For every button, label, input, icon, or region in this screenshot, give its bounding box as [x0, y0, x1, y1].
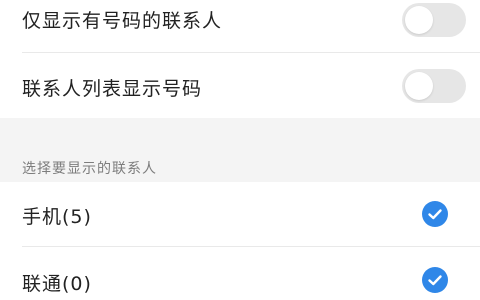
contact-source-label: 联通(0)	[22, 273, 92, 295]
toggle-knob	[405, 72, 433, 100]
checkmark-icon	[428, 275, 442, 286]
toggle-show-number-in-list[interactable]	[402, 69, 466, 103]
setting-label-show-number-in-list: 联系人列表显示号码	[22, 78, 203, 100]
setting-label-only-with-number: 仅显示有号码的联系人	[22, 10, 223, 32]
checkmark-circle-icon[interactable]	[422, 201, 448, 227]
contact-display-settings-screen: 仅显示有号码的联系人 联系人列表显示号码 选择要显示的联系人 手机(5) 联通(…	[0, 0, 480, 300]
setting-row-show-number-in-list[interactable]: 联系人列表显示号码	[0, 53, 480, 118]
contact-source-row-unicom[interactable]: 联通(0)	[0, 247, 480, 300]
toggle-only-with-number[interactable]	[402, 3, 466, 37]
contact-source-label: 手机(5)	[22, 206, 92, 228]
setting-row-only-with-number[interactable]: 仅显示有号码的联系人	[0, 0, 480, 46]
contact-source-row-phone[interactable]: 手机(5)	[0, 182, 480, 246]
section-header-contacts-to-show: 选择要显示的联系人	[22, 161, 157, 177]
checkmark-icon	[428, 209, 442, 220]
toggle-knob	[405, 6, 433, 34]
checkmark-circle-icon[interactable]	[422, 267, 448, 293]
